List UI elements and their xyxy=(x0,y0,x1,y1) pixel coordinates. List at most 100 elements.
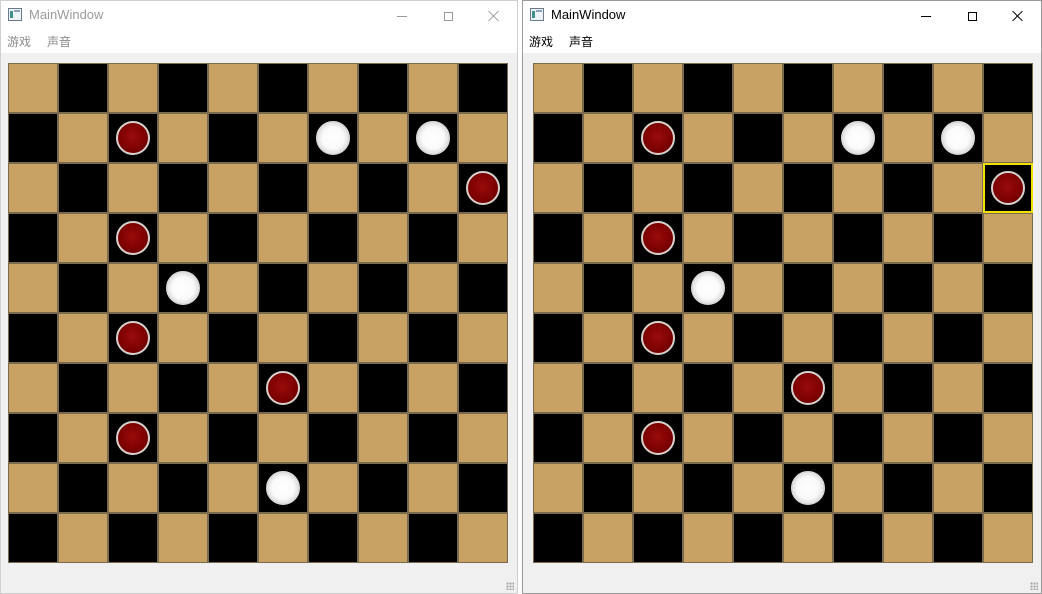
board-square-r3-c7[interactable] xyxy=(883,213,933,263)
board-square-r6-c7[interactable] xyxy=(883,363,933,413)
board-square-r1-c0[interactable] xyxy=(533,113,583,163)
board-square-r9-c2[interactable] xyxy=(633,513,683,563)
board-square-r1-c4[interactable] xyxy=(733,113,783,163)
menu-game[interactable]: 游戏 xyxy=(529,34,553,50)
board-square-r9-c0[interactable] xyxy=(533,513,583,563)
board-square-r0-c8[interactable] xyxy=(408,63,458,113)
board-square-r4-c5[interactable] xyxy=(783,263,833,313)
board-square-r7-c6[interactable] xyxy=(833,413,883,463)
board-square-r5-c4[interactable] xyxy=(208,313,258,363)
board-square-r6-c9[interactable] xyxy=(458,363,508,413)
board-square-r5-c8[interactable] xyxy=(408,313,458,363)
close-button[interactable] xyxy=(995,1,1041,31)
board-square-r0-c7[interactable] xyxy=(358,63,408,113)
board-square-r7-c4[interactable] xyxy=(208,413,258,463)
board-square-r9-c9[interactable] xyxy=(458,513,508,563)
white-piece[interactable] xyxy=(166,271,200,305)
board-square-r8-c8[interactable] xyxy=(933,463,983,513)
board-square-r2-c9[interactable] xyxy=(458,163,508,213)
board-square-r1-c7[interactable] xyxy=(883,113,933,163)
board-square-r6-c9[interactable] xyxy=(983,363,1033,413)
board-square-r2-c4[interactable] xyxy=(733,163,783,213)
board-square-r5-c3[interactable] xyxy=(683,313,733,363)
board-square-r7-c5[interactable] xyxy=(258,413,308,463)
board-square-r0-c8[interactable] xyxy=(933,63,983,113)
board-square-r5-c2[interactable] xyxy=(633,313,683,363)
board-square-r6-c1[interactable] xyxy=(583,363,633,413)
board-square-r1-c5[interactable] xyxy=(258,113,308,163)
board-square-r7-c1[interactable] xyxy=(58,413,108,463)
board-square-r4-c2[interactable] xyxy=(108,263,158,313)
maximize-button[interactable] xyxy=(949,1,995,31)
board-square-r4-c0[interactable] xyxy=(8,263,58,313)
board-square-r6-c0[interactable] xyxy=(8,363,58,413)
board-square-r4-c4[interactable] xyxy=(733,263,783,313)
white-piece[interactable] xyxy=(691,271,725,305)
board-square-r5-c7[interactable] xyxy=(883,313,933,363)
red-piece[interactable] xyxy=(116,121,150,155)
board-square-r7-c9[interactable] xyxy=(458,413,508,463)
board-square-r8-c9[interactable] xyxy=(983,463,1033,513)
board-square-r1-c6[interactable] xyxy=(833,113,883,163)
resize-grip[interactable] xyxy=(506,582,514,590)
board-square-r2-c2[interactable] xyxy=(108,163,158,213)
title-bar[interactable]: MainWindow xyxy=(1,1,517,31)
board-square-r4-c7[interactable] xyxy=(358,263,408,313)
board-square-r7-c4[interactable] xyxy=(733,413,783,463)
board-square-r7-c3[interactable] xyxy=(683,413,733,463)
red-piece[interactable] xyxy=(991,171,1025,205)
board-square-r7-c5[interactable] xyxy=(783,413,833,463)
selected-square[interactable] xyxy=(983,163,1033,213)
board-square-r0-c6[interactable] xyxy=(833,63,883,113)
board-square-r9-c0[interactable] xyxy=(8,513,58,563)
board-square-r6-c3[interactable] xyxy=(683,363,733,413)
board-square-r5-c7[interactable] xyxy=(358,313,408,363)
close-button[interactable] xyxy=(471,1,517,31)
board-square-r6-c4[interactable] xyxy=(208,363,258,413)
board-square-r7-c2[interactable] xyxy=(633,413,683,463)
board-square-r6-c3[interactable] xyxy=(158,363,208,413)
board-square-r1-c2[interactable] xyxy=(633,113,683,163)
board-square-r1-c6[interactable] xyxy=(308,113,358,163)
board-square-r2-c2[interactable] xyxy=(633,163,683,213)
red-piece[interactable] xyxy=(116,421,150,455)
board-square-r8-c6[interactable] xyxy=(308,463,358,513)
board-square-r7-c8[interactable] xyxy=(408,413,458,463)
board-square-r1-c8[interactable] xyxy=(408,113,458,163)
board-square-r9-c4[interactable] xyxy=(733,513,783,563)
board-square-r8-c4[interactable] xyxy=(733,463,783,513)
board-square-r3-c8[interactable] xyxy=(933,213,983,263)
board-square-r6-c2[interactable] xyxy=(108,363,158,413)
board-square-r3-c8[interactable] xyxy=(408,213,458,263)
board-square-r1-c5[interactable] xyxy=(783,113,833,163)
board-square-r2-c6[interactable] xyxy=(308,163,358,213)
board-square-r0-c2[interactable] xyxy=(108,63,158,113)
board-square-r1-c4[interactable] xyxy=(208,113,258,163)
board-square-r3-c2[interactable] xyxy=(633,213,683,263)
board-square-r2-c3[interactable] xyxy=(158,163,208,213)
board-square-r3-c5[interactable] xyxy=(783,213,833,263)
board-square-r4-c9[interactable] xyxy=(458,263,508,313)
board-square-r6-c5[interactable] xyxy=(783,363,833,413)
white-piece[interactable] xyxy=(266,471,300,505)
red-piece[interactable] xyxy=(641,221,675,255)
red-piece[interactable] xyxy=(116,221,150,255)
board-square-r5-c8[interactable] xyxy=(933,313,983,363)
board-square-r6-c6[interactable] xyxy=(833,363,883,413)
board-square-r4-c4[interactable] xyxy=(208,263,258,313)
board-square-r9-c8[interactable] xyxy=(933,513,983,563)
board-square-r0-c1[interactable] xyxy=(583,63,633,113)
board-square-r2-c0[interactable] xyxy=(533,163,583,213)
board-square-r5-c1[interactable] xyxy=(58,313,108,363)
board-square-r0-c6[interactable] xyxy=(308,63,358,113)
board-square-r0-c4[interactable] xyxy=(733,63,783,113)
board-square-r8-c3[interactable] xyxy=(158,463,208,513)
board-square-r2-c0[interactable] xyxy=(8,163,58,213)
board-square-r9-c3[interactable] xyxy=(683,513,733,563)
board-square-r7-c0[interactable] xyxy=(533,413,583,463)
board-square-r0-c1[interactable] xyxy=(58,63,108,113)
board-square-r6-c6[interactable] xyxy=(308,363,358,413)
board-square-r8-c5[interactable] xyxy=(258,463,308,513)
board-square-r8-c0[interactable] xyxy=(8,463,58,513)
board-square-r4-c1[interactable] xyxy=(58,263,108,313)
